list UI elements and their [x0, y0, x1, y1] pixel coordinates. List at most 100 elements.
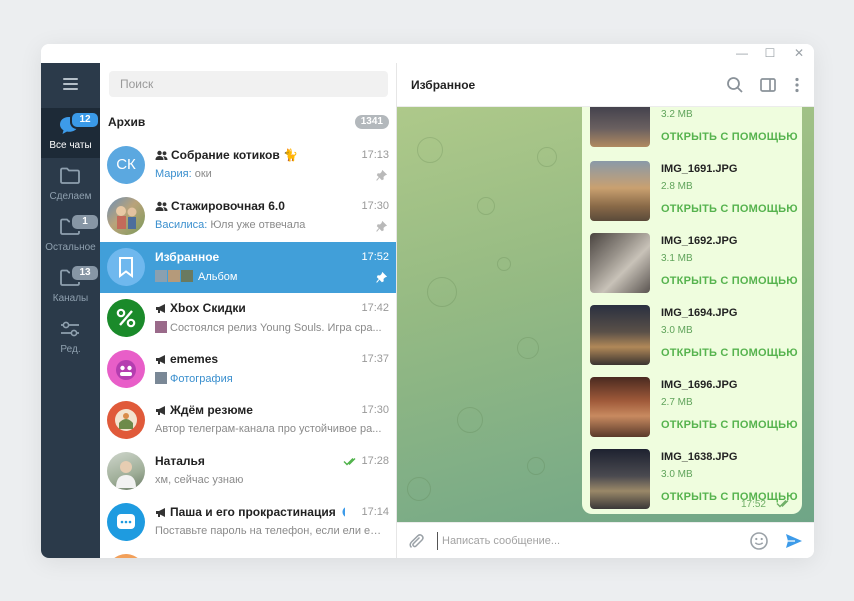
sidebar-toggle-icon[interactable]	[758, 75, 778, 95]
search-icon[interactable]	[725, 75, 745, 95]
chat-preview: Автор телеграм-канала про устойчивое ра.…	[155, 423, 382, 435]
minimize-icon[interactable]: —	[730, 45, 754, 62]
message-bubble[interactable]: 3.2 MB ОТКРЫТЬ С ПОМОЩЬЮ IMG_1691.JPG 2.…	[582, 107, 802, 514]
folder-label: Все чаты	[49, 140, 92, 151]
sliders-icon	[61, 321, 79, 337]
open-with-button[interactable]: ОТКРЫТЬ С ПОМОЩЬЮ	[661, 203, 798, 215]
avatar	[107, 503, 145, 541]
folder-sdelaem[interactable]: Сделаем	[41, 159, 100, 209]
pin-icon	[376, 272, 387, 283]
file-size: 2.8 MB	[661, 181, 693, 192]
double-check-icon	[343, 458, 356, 466]
photo-thumb	[155, 270, 167, 282]
avatar	[107, 401, 145, 439]
group-icon	[155, 150, 168, 160]
open-with-button[interactable]: ОТКРЫТЬ С ПОМОЩЬЮ	[661, 347, 798, 359]
folder-badge: 1	[70, 213, 100, 231]
file-item[interactable]: IMG_1694.JPG 3.0 MB ОТКРЫТЬ С ПОМОЩЬЮ	[590, 305, 800, 367]
folder-kanaly[interactable]: 13 Каналы	[41, 261, 100, 311]
chat-row[interactable]: Наталья 17:28 хм, сейчас узнаю	[100, 446, 396, 497]
folder-label: Каналы	[52, 293, 89, 304]
file-item[interactable]: IMG_1692.JPG 3.1 MB ОТКРЫТЬ С ПОМОЩЬЮ	[590, 233, 800, 295]
folder-label: Сделаем	[49, 191, 92, 202]
chat-preview: Василиса: Юля уже отвечала	[155, 219, 306, 231]
file-item[interactable]: 3.2 MB ОТКРЫТЬ С ПОМОЩЬЮ	[590, 107, 800, 149]
message-time: 17:52	[740, 499, 766, 510]
chat-row[interactable]	[100, 548, 396, 558]
folder-ostalnoe[interactable]: 1 Остальное	[41, 210, 100, 260]
percent-icon	[116, 308, 136, 328]
chat-time: 17:13	[361, 149, 389, 161]
image-thumbnail[interactable]	[590, 449, 650, 509]
file-item[interactable]: IMG_1691.JPG 2.8 MB ОТКРЫТЬ С ПОМОЩЬЮ	[590, 161, 800, 223]
folder-badge: 12	[70, 111, 100, 129]
chat-row-saved-messages[interactable]: Избранное 17:52 Альбом	[100, 242, 396, 293]
image-thumbnail[interactable]	[590, 107, 650, 147]
file-name: IMG_1694.JPG	[661, 307, 738, 319]
file-name: IMG_1692.JPG	[661, 235, 738, 247]
search-input[interactable]	[109, 71, 388, 97]
file-name: IMG_1691.JPG	[661, 163, 738, 175]
megaphone-icon	[156, 508, 165, 517]
chat-preview: Состоялся релиз Young Souls. Игра сра...	[155, 321, 383, 336]
chat-name: ememes	[155, 352, 345, 367]
file-item[interactable]: IMG_1696.JPG 2.7 MB ОТКРЫТЬ С ПОМОЩЬЮ	[590, 377, 800, 439]
folder-all-chats[interactable]: 12 Все чаты	[41, 108, 100, 158]
image-thumbnail[interactable]	[590, 233, 650, 293]
file-item[interactable]: IMG_1638.JPG 3.0 MB ОТКРЫТЬ С ПОМОЩЬЮ	[590, 449, 800, 511]
chat-row[interactable]: Xbox Скидки 17:42 Состоялся релиз Young …	[100, 293, 396, 344]
photo-thumb	[155, 372, 167, 384]
chat-name: Ждём резюме	[155, 403, 345, 418]
open-with-button[interactable]: ОТКРЫТЬ С ПОМОЩЬЮ	[661, 131, 798, 143]
avatar	[107, 350, 145, 388]
folder-icon	[60, 167, 80, 184]
open-with-button[interactable]: ОТКРЫТЬ С ПОМОЩЬЮ	[661, 275, 798, 287]
chat-name: Паша и его прокрастинация	[155, 505, 345, 520]
telegram-window: — ☐ ✕ 12 Все чаты Сделаем 1 Остальное 13…	[41, 44, 814, 558]
chat-preview: Мария: оки	[155, 168, 212, 180]
file-size: 3.0 MB	[661, 469, 693, 480]
megaphone-icon	[156, 406, 165, 415]
chat-row[interactable]: ememes 17:37 Фотография	[100, 344, 396, 395]
chat-time: 17:52	[361, 251, 389, 263]
avatar	[107, 299, 145, 337]
chat-row[interactable]: Паша и его прокрастинация 17:14 Поставьт…	[100, 497, 396, 548]
folder-label: Остальное	[45, 242, 96, 253]
avatar	[107, 248, 145, 286]
chat-row[interactable]: Ждём резюме 17:30 Автор телеграм-канала …	[100, 395, 396, 446]
photo-thumb	[168, 270, 180, 282]
file-size: 2.7 MB	[661, 397, 693, 408]
menu-icon[interactable]	[41, 63, 100, 106]
more-icon[interactable]	[787, 75, 807, 95]
avatar	[107, 554, 145, 558]
chat-row[interactable]: СК Собрание котиков 🐈 17:13 Мария: оки	[100, 140, 396, 191]
image-thumbnail[interactable]	[590, 161, 650, 221]
image-thumbnail[interactable]	[590, 305, 650, 365]
avatar	[107, 197, 145, 235]
photo-thumb	[181, 270, 193, 282]
file-size: 3.2 MB	[661, 109, 693, 120]
archive-count-badge: 1341	[354, 115, 389, 129]
attach-icon[interactable]	[407, 532, 425, 550]
close-icon[interactable]: ✕	[787, 45, 811, 62]
folder-edit[interactable]: Ред.	[41, 312, 100, 362]
file-size: 3.1 MB	[661, 253, 693, 264]
chat-row[interactable]: Стажировочная 6.0 17:30 Василиса: Юля уж…	[100, 191, 396, 242]
emoji-icon[interactable]	[749, 531, 769, 551]
file-name: IMG_1696.JPG	[661, 379, 738, 391]
group-icon	[155, 201, 168, 211]
maximize-icon[interactable]: ☐	[758, 45, 782, 62]
open-with-button[interactable]: ОТКРЫТЬ С ПОМОЩЬЮ	[661, 419, 798, 431]
file-size: 3.0 MB	[661, 325, 693, 336]
chat-name: Избранное	[155, 250, 220, 264]
send-icon[interactable]	[784, 531, 804, 551]
archive-row[interactable]: Архив 1341	[100, 106, 396, 138]
message-input[interactable]	[437, 532, 737, 550]
double-check-icon	[776, 500, 789, 508]
bookmark-icon	[119, 257, 133, 278]
chat-name: Собрание котиков 🐈	[155, 148, 345, 163]
folder-label: Ред.	[60, 344, 81, 355]
chat-name: Стажировочная 6.0	[155, 199, 345, 214]
image-thumbnail[interactable]	[590, 377, 650, 437]
chat-title[interactable]: Избранное	[411, 78, 475, 92]
